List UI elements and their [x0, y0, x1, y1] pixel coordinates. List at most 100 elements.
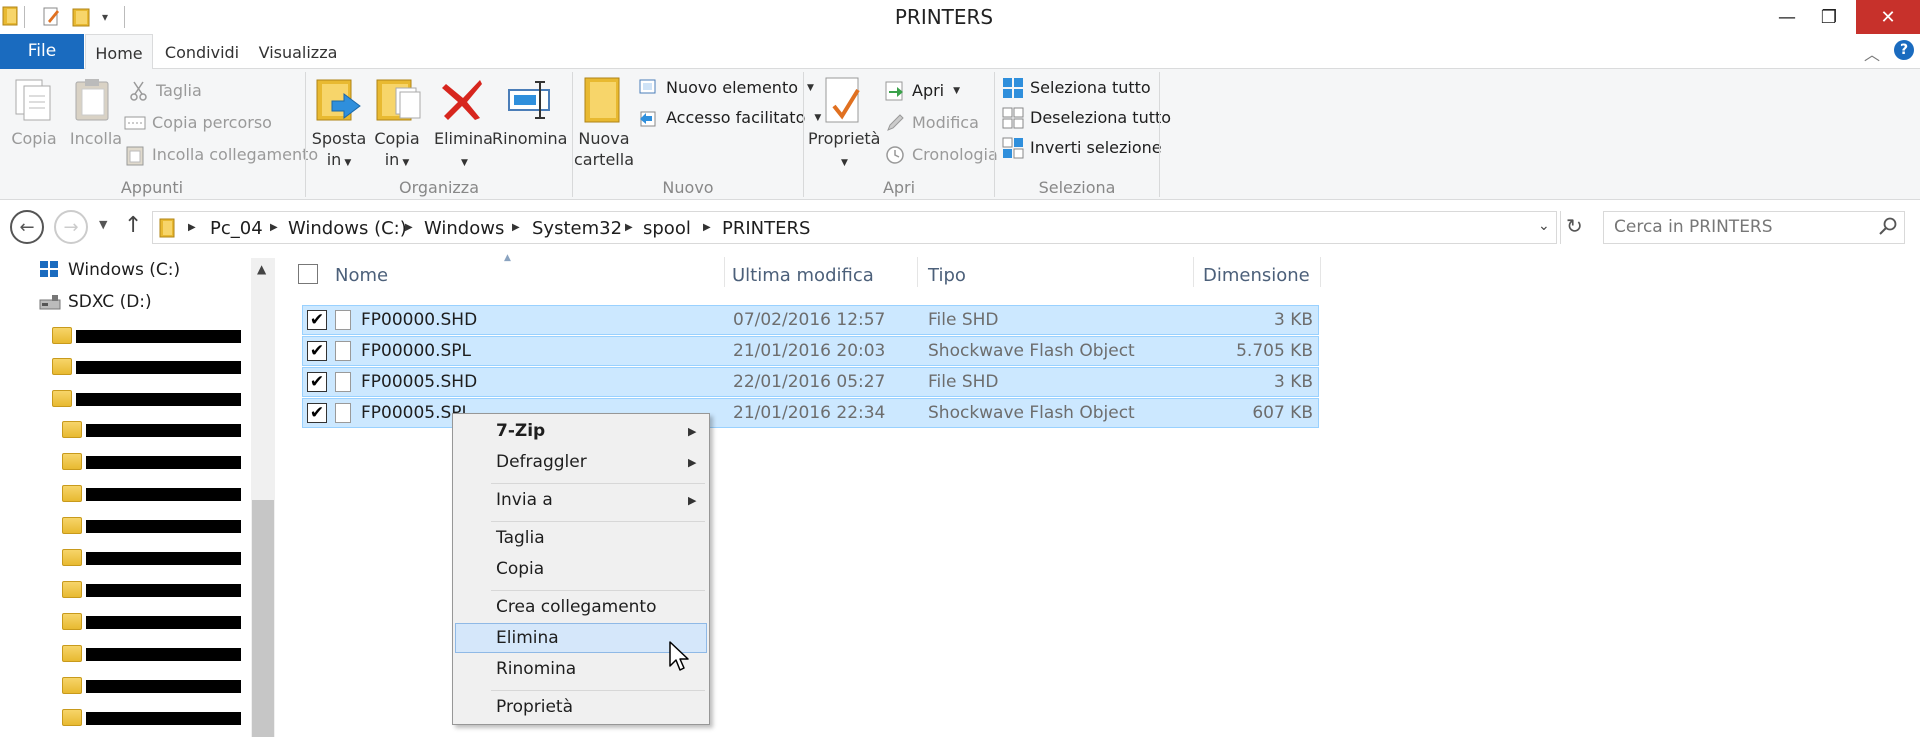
history-button[interactable]: Cronologia: [884, 142, 998, 168]
collapse-ribbon-icon[interactable]: ︿: [1864, 41, 1880, 65]
tree-scrollbar-thumb[interactable]: [252, 500, 274, 737]
folder-icon: [62, 453, 82, 470]
select-all-checkbox[interactable]: [298, 264, 318, 284]
file-modified: 21/01/2016 22:34: [733, 403, 886, 423]
tree-item-sdxc-d[interactable]: SDXC (D:): [68, 292, 152, 312]
breadcrumb-printers[interactable]: PRINTERS: [722, 218, 810, 239]
menu-item-properties[interactable]: Proprietà: [496, 697, 573, 717]
group-label-organize: Organizza: [398, 178, 480, 197]
breadcrumb-spool[interactable]: spool: [643, 218, 691, 239]
tab-share[interactable]: Condividi: [160, 34, 244, 69]
close-button[interactable]: ✕: [1856, 0, 1920, 34]
menu-separator: [491, 590, 705, 591]
history-label: Cronologia: [912, 145, 998, 164]
breadcrumb-pc[interactable]: Pc_04: [210, 218, 263, 239]
menu-item-create-shortcut[interactable]: Crea collegamento: [496, 597, 657, 617]
menu-item-defraggler[interactable]: Defraggler: [496, 452, 587, 472]
tree-item-windows-c[interactable]: Windows (C:): [68, 260, 180, 280]
menu-item-delete[interactable]: Elimina: [496, 628, 559, 648]
menu-item-copy[interactable]: Copia: [496, 559, 544, 579]
edit-button[interactable]: Modifica: [884, 110, 979, 136]
row-checkbox[interactable]: ✔: [307, 372, 327, 392]
open-button[interactable]: Apri ▼: [884, 78, 960, 104]
breadcrumb-arrow-icon[interactable]: ▶: [270, 222, 278, 233]
tab-view[interactable]: Visualizza: [254, 34, 342, 69]
redacted-folder-name[interactable]: [86, 616, 241, 629]
redacted-folder-name[interactable]: [76, 393, 241, 406]
properties-button[interactable]: Proprietà ▼: [808, 128, 880, 174]
copy-to-button[interactable]: Copia in ▼: [366, 128, 428, 174]
row-checkbox[interactable]: ✔: [307, 310, 327, 330]
scroll-up-icon[interactable]: ▲: [257, 262, 266, 276]
redacted-folder-name[interactable]: [76, 361, 241, 374]
breadcrumb-system32[interactable]: System32: [532, 218, 622, 239]
breadcrumb-arrow-icon[interactable]: ▶: [625, 222, 633, 233]
column-header-type[interactable]: Tipo: [928, 265, 966, 286]
row-checkbox[interactable]: ✔: [307, 403, 327, 423]
column-separator[interactable]: [1320, 257, 1321, 287]
breadcrumb-windows-c[interactable]: Windows (C:): [288, 218, 407, 239]
search-icon[interactable]: [1878, 216, 1898, 240]
redacted-folder-name[interactable]: [86, 584, 241, 597]
menu-item-7zip[interactable]: 7-Zip: [496, 421, 545, 441]
redacted-folder-name[interactable]: [86, 648, 241, 661]
column-header-modified[interactable]: Ultima modifica: [732, 265, 874, 286]
file-modified: 07/02/2016 12:57: [733, 310, 886, 330]
column-separator[interactable]: [917, 257, 918, 287]
select-all-button[interactable]: Seleziona tutto: [1002, 75, 1151, 101]
up-arrow-icon[interactable]: ↑: [124, 213, 142, 238]
address-dropdown-icon[interactable]: ⌄: [1538, 218, 1550, 234]
paste-button[interactable]: Incolla: [66, 128, 126, 149]
forward-button[interactable]: →: [54, 210, 88, 244]
breadcrumb-arrow-icon[interactable]: ▶: [703, 222, 711, 233]
copy-button[interactable]: Copia: [6, 128, 62, 149]
new-folder-button[interactable]: Nuova cartella: [572, 128, 636, 170]
redacted-folder-name[interactable]: [86, 424, 241, 437]
minimize-button[interactable]: —: [1764, 0, 1810, 34]
redacted-folder-name[interactable]: [76, 330, 241, 343]
menu-item-send-to[interactable]: Invia a: [496, 490, 553, 510]
breadcrumb-arrow-icon[interactable]: ▶: [405, 222, 413, 233]
refresh-icon[interactable]: ↻: [1566, 214, 1583, 238]
redacted-folder-name[interactable]: [86, 488, 241, 501]
rename-icon: [506, 78, 552, 126]
submenu-arrow-icon: ▶: [688, 494, 697, 507]
invert-selection-button[interactable]: Inverti selezione: [1002, 135, 1162, 161]
menu-item-cut[interactable]: Taglia: [496, 528, 545, 548]
breadcrumb-arrow-icon[interactable]: ▶: [188, 222, 196, 233]
cut-button[interactable]: Taglia: [128, 78, 202, 104]
redacted-folder-name[interactable]: [86, 680, 241, 693]
new-folder-label: Nuova: [578, 129, 630, 148]
paste-shortcut-button[interactable]: Incolla collegamento: [124, 142, 318, 168]
help-icon[interactable]: ?: [1894, 40, 1914, 60]
tab-file[interactable]: File: [0, 34, 84, 69]
column-separator[interactable]: [1193, 257, 1194, 287]
copy-path-button[interactable]: Copia percorso: [124, 110, 272, 136]
column-separator[interactable]: [724, 257, 725, 287]
easy-access-button[interactable]: Accesso facilitato ▼: [638, 105, 821, 131]
delete-label: Elimina: [434, 129, 493, 148]
recent-locations-icon[interactable]: ▼: [99, 218, 107, 231]
rename-button[interactable]: Rinomina: [492, 128, 567, 149]
column-header-size[interactable]: Dimensione: [1203, 265, 1310, 286]
delete-button[interactable]: Elimina ▼: [434, 128, 493, 174]
file-type: Shockwave Flash Object: [928, 341, 1135, 361]
redacted-folder-name[interactable]: [86, 520, 241, 533]
redacted-folder-name[interactable]: [86, 456, 241, 469]
breadcrumb-arrow-icon[interactable]: ▶: [512, 222, 520, 233]
menu-item-rename[interactable]: Rinomina: [496, 659, 576, 679]
tab-home[interactable]: Home: [85, 34, 153, 70]
history-icon: [884, 144, 906, 166]
breadcrumb-windows[interactable]: Windows: [424, 218, 504, 239]
new-item-button[interactable]: Nuovo elemento ▼: [638, 75, 814, 101]
back-button[interactable]: ←: [10, 210, 44, 244]
select-none-button[interactable]: Deseleziona tutto: [1002, 105, 1171, 131]
move-to-button[interactable]: Sposta in ▼: [308, 128, 370, 174]
row-checkbox[interactable]: ✔: [307, 341, 327, 361]
mouse-cursor-icon: [668, 640, 690, 676]
redacted-folder-name[interactable]: [86, 552, 241, 565]
redacted-folder-name[interactable]: [86, 712, 241, 725]
column-header-name[interactable]: Nome: [335, 265, 388, 286]
search-placeholder: Cerca in PRINTERS: [1614, 217, 1773, 237]
restore-button[interactable]: ❐: [1806, 0, 1852, 34]
